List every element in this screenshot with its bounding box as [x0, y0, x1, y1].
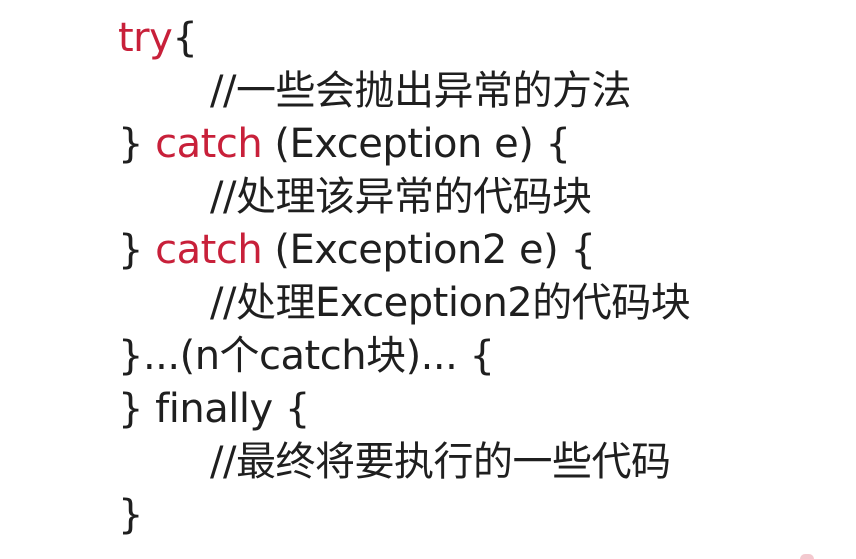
code-text: (Exception e) {	[262, 121, 571, 167]
code-line-comment-throw: //一些会抛出异常的方法	[118, 65, 690, 118]
code-comment: //处理该异常的代码块	[210, 174, 592, 220]
corner-decoration	[800, 554, 814, 559]
code-text: }	[118, 492, 143, 538]
slide-canvas: try{ //一些会抛出异常的方法 } catch (Exception e) …	[0, 0, 856, 559]
code-line-close: }	[118, 489, 690, 542]
code-line-try: try{	[118, 12, 690, 65]
code-line-finally: } finally {	[118, 383, 690, 436]
keyword-catch: catch	[155, 121, 263, 167]
code-line-comment-finally: //最终将要执行的一些代码	[118, 436, 690, 489]
keyword-catch: catch	[155, 227, 263, 273]
code-text: }	[118, 227, 156, 273]
code-text: }...(n个catch块)... {	[118, 333, 495, 379]
code-line-n-catch: }...(n个catch块)... {	[118, 330, 690, 383]
code-text: } finally {	[118, 386, 310, 432]
code-line-catch-1: } catch (Exception e) {	[118, 118, 690, 171]
code-line-catch-2: } catch (Exception2 e) {	[118, 224, 690, 277]
code-comment: //处理Exception2的代码块	[210, 280, 691, 326]
code-block: try{ //一些会抛出异常的方法 } catch (Exception e) …	[118, 12, 691, 542]
code-comment: //一些会抛出异常的方法	[210, 68, 631, 114]
code-comment: //最终将要执行的一些代码	[210, 439, 671, 485]
code-line-comment-handle: //处理该异常的代码块	[118, 171, 690, 224]
code-text: (Exception2 e) {	[262, 227, 596, 273]
keyword-try: try	[118, 15, 173, 61]
code-text: {	[172, 15, 198, 61]
code-text: }	[118, 121, 156, 167]
code-line-comment-handle-2: //处理Exception2的代码块	[118, 277, 691, 330]
